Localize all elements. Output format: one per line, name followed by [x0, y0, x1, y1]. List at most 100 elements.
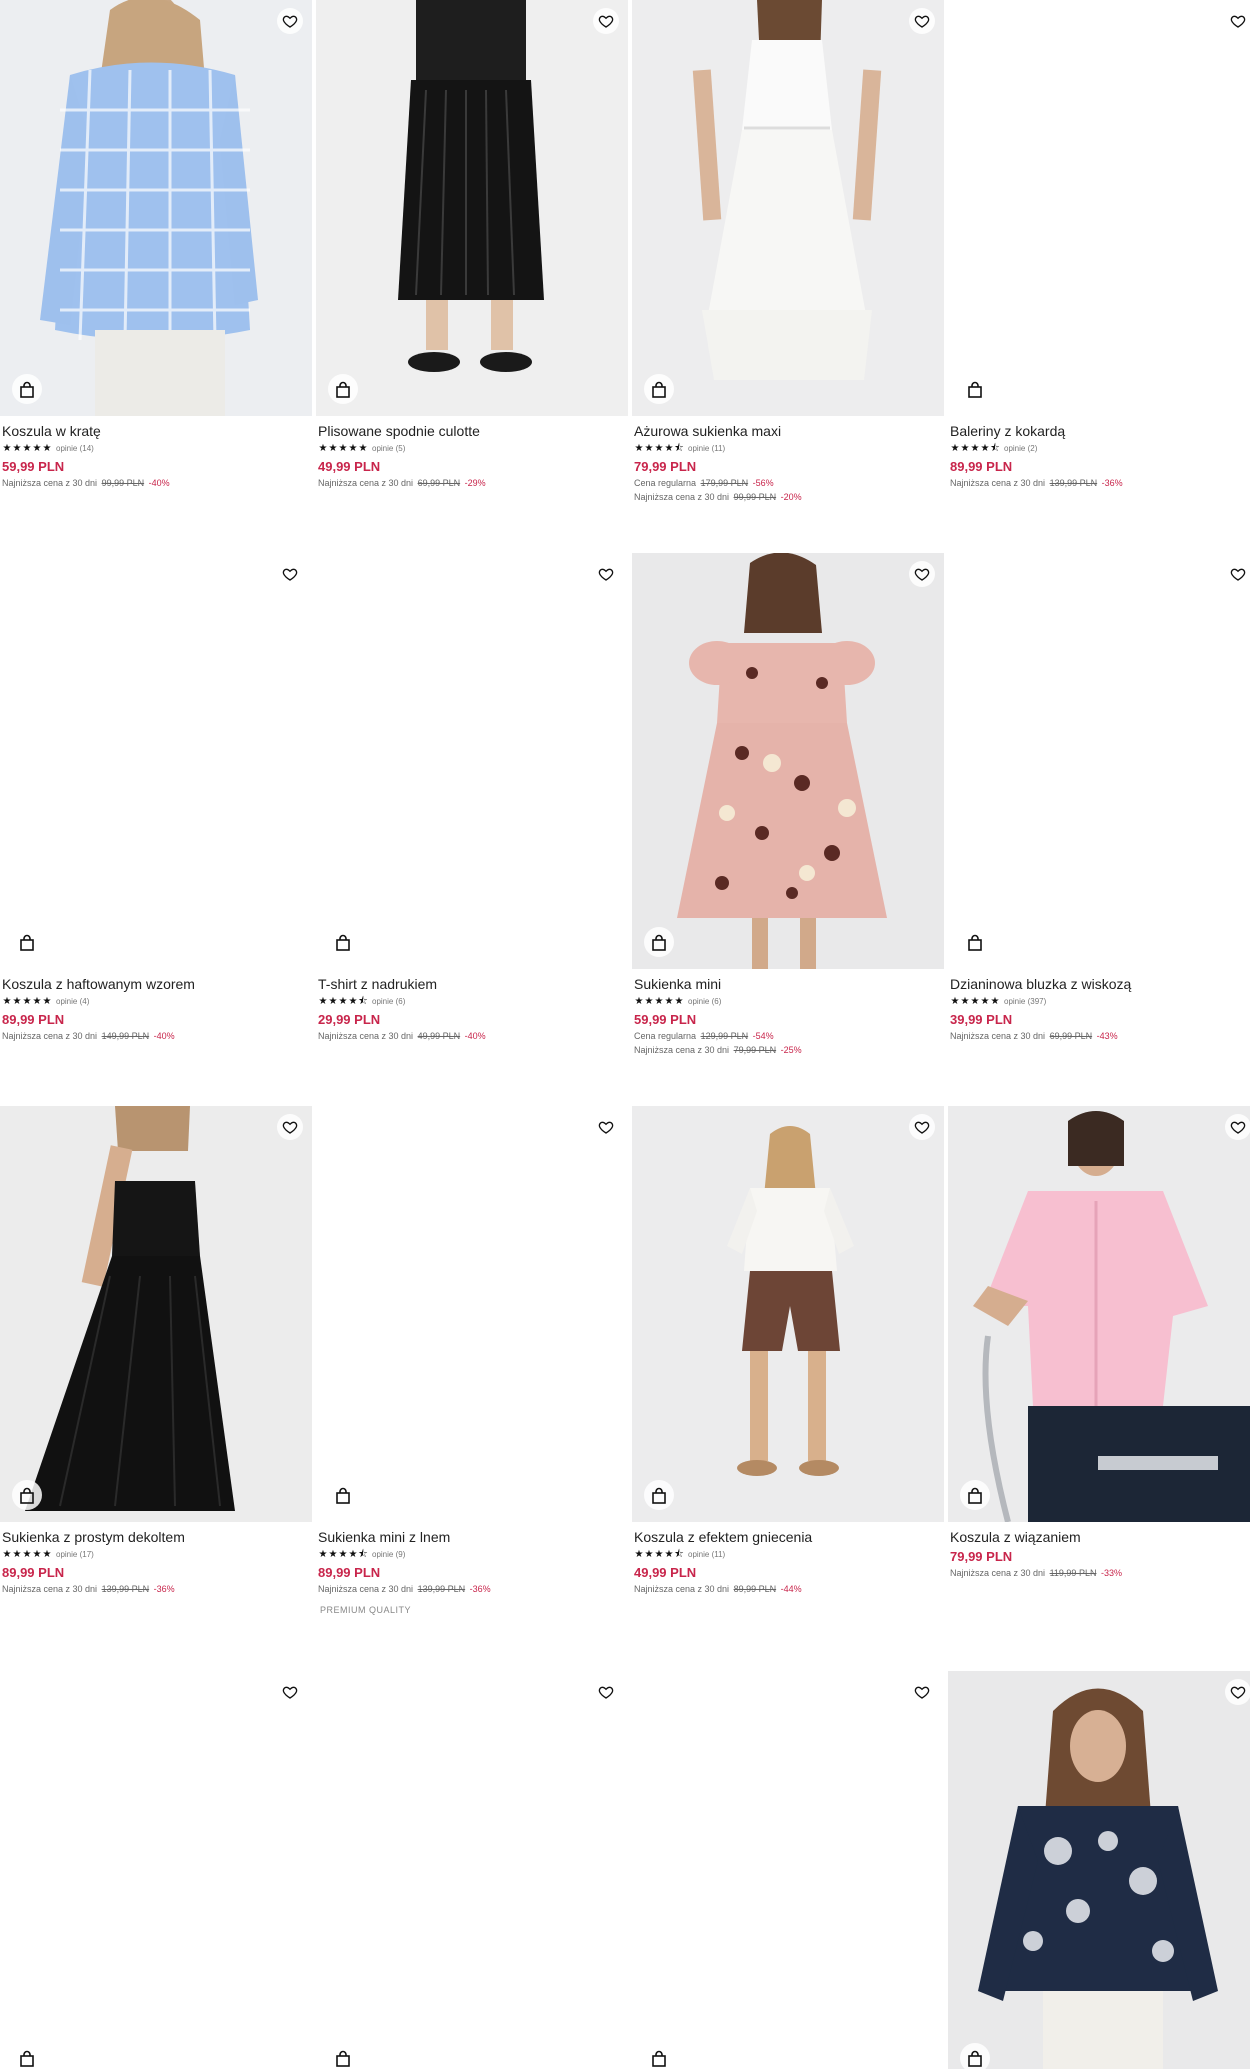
product-grid: Koszula w kratę ★★★★★ opinie (14) 59,99 … [0, 0, 1250, 2069]
product-card[interactable] [316, 1106, 628, 1522]
add-to-cart-button[interactable] [960, 374, 990, 404]
discount: -36% [1101, 478, 1123, 488]
wishlist-button[interactable] [909, 1114, 935, 1140]
wishlist-button[interactable] [277, 1679, 303, 1705]
product-name[interactable]: Koszula z haftowanym wzorem [2, 976, 310, 993]
product-name[interactable]: Sukienka mini [634, 976, 942, 993]
wishlist-button[interactable] [593, 1114, 619, 1140]
product-card[interactable] [948, 0, 1250, 416]
product-name[interactable]: T-shirt z nadrukiem [318, 976, 626, 993]
wishlist-button[interactable] [277, 561, 303, 587]
product-image[interactable] [0, 553, 312, 969]
product-name[interactable]: Ażurowa sukienka maxi [634, 423, 942, 440]
product-image[interactable] [316, 0, 628, 416]
review-count[interactable]: opinie (2) [1004, 444, 1037, 453]
review-count[interactable]: opinie (9) [372, 1550, 405, 1559]
product-card[interactable] [316, 0, 628, 416]
add-to-cart-button[interactable] [328, 927, 358, 957]
shopping-bag-icon [651, 2050, 667, 2067]
add-to-cart-button[interactable] [12, 374, 42, 404]
product-image[interactable] [948, 1106, 1250, 1522]
review-count[interactable]: opinie (4) [56, 997, 89, 1006]
add-to-cart-button[interactable] [644, 927, 674, 957]
wishlist-button[interactable] [909, 8, 935, 34]
review-count[interactable]: opinie (17) [56, 1550, 94, 1559]
product-card[interactable] [316, 553, 628, 969]
star-icon: ★ [348, 443, 358, 454]
product-card[interactable] [316, 1671, 628, 2069]
product-image[interactable] [632, 1671, 944, 2069]
product-name[interactable]: Baleriny z kokardą [950, 423, 1250, 440]
star-icon: ★ [990, 996, 1000, 1007]
product-name[interactable]: Sukienka mini z lnem [318, 1529, 626, 1546]
review-count[interactable]: opinie (6) [372, 997, 405, 1006]
wishlist-button[interactable] [1225, 561, 1250, 587]
product-image[interactable] [316, 553, 628, 969]
product-name[interactable]: Sukienka z prostym dekoltem [2, 1529, 310, 1546]
add-to-cart-button[interactable] [960, 1480, 990, 1510]
product-card[interactable] [632, 0, 944, 416]
product-card[interactable] [632, 553, 944, 969]
product-image[interactable] [316, 1671, 628, 2069]
product-image[interactable] [948, 553, 1250, 969]
wishlist-button[interactable] [1225, 8, 1250, 34]
shopping-bag-icon [967, 1487, 983, 1504]
review-count[interactable]: opinie (11) [688, 444, 725, 453]
add-to-cart-button[interactable] [328, 1480, 358, 1510]
wishlist-button[interactable] [909, 561, 935, 587]
review-count[interactable]: opinie (6) [688, 997, 721, 1006]
review-count[interactable]: opinie (14) [56, 444, 94, 453]
heart-icon [914, 1684, 930, 1700]
wishlist-button[interactable] [593, 1679, 619, 1705]
add-to-cart-button[interactable] [328, 374, 358, 404]
add-to-cart-button[interactable] [12, 1480, 42, 1510]
wishlist-button[interactable] [593, 561, 619, 587]
wishlist-button[interactable] [1225, 1114, 1250, 1140]
shopping-bag-icon [651, 1487, 667, 1504]
product-card[interactable] [948, 1106, 1250, 1522]
product-image[interactable] [632, 0, 944, 416]
product-card[interactable] [0, 553, 312, 969]
product-image[interactable] [0, 1106, 312, 1522]
add-to-cart-button[interactable] [328, 2043, 358, 2069]
product-name[interactable]: Plisowane spodnie culotte [318, 423, 626, 440]
wishlist-button[interactable] [909, 1679, 935, 1705]
wishlist-button[interactable] [277, 1114, 303, 1140]
product-card[interactable] [0, 1106, 312, 1522]
product-image[interactable] [948, 0, 1250, 416]
product-name[interactable]: Dzianinowa bluzka z wiskozą [950, 976, 1250, 993]
heart-icon [282, 1119, 298, 1135]
wishlist-button[interactable] [593, 8, 619, 34]
add-to-cart-button[interactable] [12, 2043, 42, 2069]
product-image[interactable] [0, 1671, 312, 2069]
product-image[interactable] [0, 0, 312, 416]
product-image[interactable] [948, 1671, 1250, 2069]
wishlist-button[interactable] [277, 8, 303, 34]
product-image[interactable] [632, 1106, 944, 1522]
review-count[interactable]: opinie (5) [372, 444, 405, 453]
product-card[interactable] [0, 0, 312, 416]
half-star-icon: ⯪ [674, 443, 684, 454]
product-image[interactable] [632, 553, 944, 969]
add-to-cart-button[interactable] [960, 2043, 990, 2069]
product-card[interactable] [0, 1671, 312, 2069]
product-card[interactable] [632, 1671, 944, 2069]
add-to-cart-button[interactable] [644, 374, 674, 404]
product-card[interactable] [948, 1671, 1250, 2069]
discount: -40% [148, 478, 170, 488]
add-to-cart-button[interactable] [644, 1480, 674, 1510]
product-card[interactable] [948, 553, 1250, 969]
add-to-cart-button[interactable] [644, 2043, 674, 2069]
half-star-icon: ⯪ [990, 443, 1000, 454]
product-image[interactable] [316, 1106, 628, 1522]
review-count[interactable]: opinie (397) [1004, 997, 1046, 1006]
product-name[interactable]: Koszula z wiązaniem [950, 1529, 1250, 1546]
add-to-cart-button[interactable] [12, 927, 42, 957]
wishlist-button[interactable] [1225, 1679, 1250, 1705]
product-card[interactable] [632, 1106, 944, 1522]
review-count[interactable]: opinie (11) [688, 1550, 725, 1559]
product-name[interactable]: Koszula z efektem gniecenia [634, 1529, 942, 1546]
add-to-cart-button[interactable] [960, 927, 990, 957]
rating-stars: ★★★★⯪ [318, 1549, 368, 1560]
product-name[interactable]: Koszula w kratę [2, 423, 310, 440]
